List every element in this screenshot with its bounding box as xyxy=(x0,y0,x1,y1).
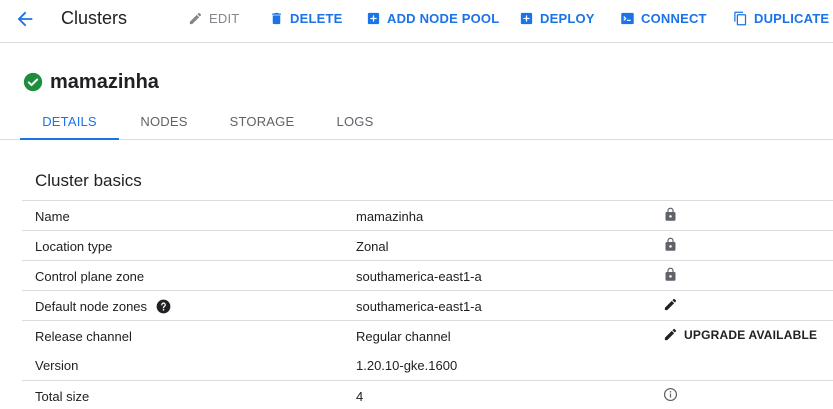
row-label-with-help: Default node zones xyxy=(35,299,171,314)
upgrade-available-label: UPGRADE AVAILABLE xyxy=(684,327,818,342)
tab-details[interactable]: DETAILS xyxy=(20,104,119,140)
add-box-icon xyxy=(367,12,380,24)
row-value: southamerica-east1-a xyxy=(356,269,482,284)
help-icon[interactable] xyxy=(156,299,171,314)
row-value: mamazinha xyxy=(356,209,424,224)
row-label: Version xyxy=(35,358,79,373)
lock-icon xyxy=(663,207,678,222)
delete-button[interactable]: DELETE xyxy=(269,8,342,28)
table-row: Version 1.20.10-gke.1600 xyxy=(22,350,833,380)
back-arrow-icon[interactable] xyxy=(14,8,36,30)
connect-button-label: CONNECT xyxy=(641,10,707,26)
tab-nodes[interactable]: NODES xyxy=(119,104,209,139)
edit-pencil-icon xyxy=(664,328,677,341)
row-label: Release channel xyxy=(35,329,132,344)
section-title: Cluster basics xyxy=(35,171,142,190)
add-box-icon xyxy=(520,12,533,24)
lock-icon xyxy=(663,237,678,252)
terminal-icon xyxy=(621,12,634,24)
tab-logs[interactable]: LOGS xyxy=(315,104,395,139)
tab-storage[interactable]: STORAGE xyxy=(209,104,315,139)
add-node-pool-button[interactable]: ADD NODE POOL xyxy=(366,8,499,28)
edit-pencil-icon xyxy=(189,12,202,24)
info-icon[interactable] xyxy=(663,387,678,402)
edit-pencil-icon[interactable] xyxy=(663,297,678,312)
page-title: Clusters xyxy=(61,8,128,28)
duplicate-button[interactable]: DUPLICATE xyxy=(733,8,829,28)
deploy-button-label: DEPLOY xyxy=(540,10,595,26)
cluster-basics-table: Name mamazinha Location type Zonal Contr… xyxy=(22,200,833,409)
duplicate-button-label: DUPLICATE xyxy=(754,10,830,26)
top-toolbar: Clusters EDIT DELETE ADD NODE POOL DEPLO… xyxy=(0,0,833,43)
check-circle-icon xyxy=(23,72,43,92)
row-label: Control plane zone xyxy=(35,269,145,284)
lock-icon xyxy=(663,267,678,282)
connect-button[interactable]: CONNECT xyxy=(620,8,707,28)
row-label: Location type xyxy=(35,239,113,254)
table-row: Default node zones southamerica-east1-a xyxy=(22,290,833,320)
delete-button-label: DELETE xyxy=(290,10,343,26)
row-label: Default node zones xyxy=(35,299,148,314)
trash-icon xyxy=(272,12,281,24)
cluster-name: mamazinha xyxy=(50,71,159,93)
row-value: 1.20.10-gke.1600 xyxy=(356,358,458,373)
upgrade-available-button[interactable]: UPGRADE AVAILABLE xyxy=(663,327,817,342)
copy-icon xyxy=(734,11,747,25)
table-row: Name mamazinha xyxy=(22,200,833,230)
deploy-button[interactable]: DEPLOY xyxy=(519,8,595,28)
table-row: Location type Zonal xyxy=(22,230,833,260)
row-label: Name xyxy=(35,209,70,224)
row-value: Zonal xyxy=(356,239,389,254)
row-value: 4 xyxy=(356,389,364,404)
row-value: southamerica-east1-a xyxy=(356,299,482,314)
table-row: Control plane zone southamerica-east1-a xyxy=(22,260,833,290)
table-row: Total size 4 xyxy=(22,380,833,409)
row-label: Total size xyxy=(35,389,90,404)
edit-button[interactable]: EDIT xyxy=(188,8,239,28)
table-row: Release channel Regular channel UPGRADE … xyxy=(22,320,833,350)
tab-bar: DETAILS NODES STORAGE LOGS xyxy=(20,104,833,140)
edit-button-label: EDIT xyxy=(209,10,240,26)
row-value: Regular channel xyxy=(356,329,451,344)
add-node-pool-button-label: ADD NODE POOL xyxy=(387,10,500,26)
